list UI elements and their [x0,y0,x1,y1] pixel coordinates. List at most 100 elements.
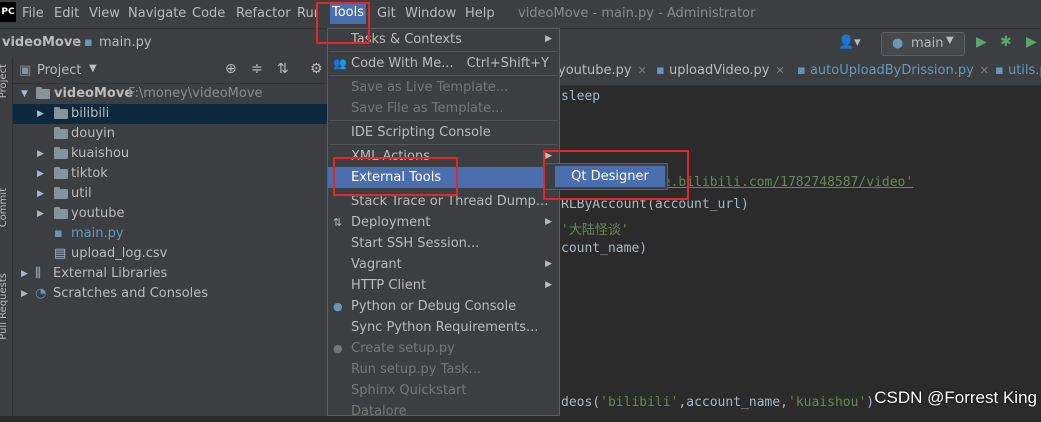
close-icon[interactable]: ✕ [980,64,989,77]
menu-item-datalore[interactable]: Datalore [328,401,559,422]
menu-run[interactable]: Run [297,6,317,21]
gear-icon[interactable]: ⚙ [310,61,323,77]
pycharm-logo-icon[interactable]: PC [0,2,16,22]
watermark: CSDN @Forrest King [874,388,1037,407]
menu-help[interactable]: Help [465,6,495,21]
menu-window[interactable]: Window [405,6,456,21]
python-file-icon: ▪ [995,63,1004,78]
tab-utils-py[interactable]: ▪ utils.py [995,63,1041,78]
menu-navigate[interactable]: Navigate [128,6,186,21]
tree-item-label: douyin [71,126,115,141]
coverage-icon[interactable]: ▶ [1026,34,1037,50]
python-file-icon: ▪ [797,63,806,78]
collapse-arrow-icon[interactable]: ▶ [37,144,44,164]
tab-project[interactable]: Project [0,64,9,98]
tab-commit[interactable]: Commit [0,188,9,227]
close-icon[interactable]: ✕ [776,64,785,77]
code-token: deos( [561,395,601,410]
menu-item-python-console[interactable]: ● Python or Debug Console [328,296,559,317]
menu-item-code-with-me[interactable]: 👥 Code With Me... Ctrl+Shift+Y [328,53,559,74]
menu-view[interactable]: View [89,6,120,21]
tab-pull-requests[interactable]: Pull Requests [0,273,9,340]
scratches-icon: ◔ [35,286,47,301]
menu-file[interactable]: File [22,6,44,21]
tree-item-kuaishou[interactable]: ▶ kuaishou [13,144,328,164]
collapse-arrow-icon[interactable]: ▶ [21,284,28,304]
menu-item-save-file-template[interactable]: Save File as Template... [328,98,559,119]
tree-item-scratches[interactable]: ▶ ◔ Scratches and Consoles [13,284,328,304]
tree-item-label: tiktok [71,166,108,181]
menu-item-save-live-template[interactable]: Save as Live Template... [328,77,559,98]
tree-root[interactable]: ▼ videoMove F:\money\videoMove [13,84,328,104]
tree-item-util[interactable]: ▶ util [13,184,328,204]
menu-refactor[interactable]: Refactor [236,6,291,21]
project-panel-title[interactable]: Project [37,63,81,78]
locate-icon[interactable]: ⊕ [225,61,237,77]
code-line: count_name) [561,241,648,256]
menu-item-deployment[interactable]: ⇅ Deployment ▶ [328,212,559,233]
menu-item-vagrant[interactable]: Vagrant ▶ [328,254,559,275]
highlight-box-tools [316,2,370,44]
collapse-arrow-icon[interactable]: ▶ [21,264,28,284]
menu-git[interactable]: Git [377,6,396,21]
collapse-arrow-icon[interactable]: ▶ [37,204,44,224]
tree-item-main-py[interactable]: ▪ main.py [13,224,328,244]
breadcrumb-project[interactable]: videoMove [2,35,81,50]
expand-arrow-icon[interactable]: ▼ [21,84,28,104]
run-icon[interactable]: ▶ [976,34,987,50]
chevron-down-icon[interactable]: ▼ [89,63,97,74]
menu-item-label: Start SSH Session... [351,236,480,251]
menu-edit[interactable]: Edit [54,6,79,21]
collapse-arrow-icon[interactable]: ▶ [37,164,44,184]
tab-youtube-py[interactable]: youtube.py ✕ [558,63,647,78]
breadcrumb-file[interactable]: main.py [99,35,152,50]
menu-item-sphinx-quickstart[interactable]: Sphinx Quickstart [328,380,559,401]
tab-uploadvideo-py[interactable]: ▪ uploadVideo.py ✕ [656,63,785,78]
branch-name: main [911,36,944,51]
tree-item-tiktok[interactable]: ▶ tiktok [13,164,328,184]
collapse-arrow-icon[interactable]: ▶ [37,184,44,204]
branch-selector[interactable]: ● main ▼ [881,32,965,56]
tree-item-label: util [71,186,92,201]
expand-all-icon[interactable]: ⇅ [277,61,289,77]
code-editor[interactable]: sleep 'https://space.bilibili.com/178274… [555,86,1041,416]
menu-item-label: Python or Debug Console [351,299,517,314]
tree-item-youtube[interactable]: ▶ youtube [13,204,328,224]
menu-separator [329,75,558,76]
folder-icon [54,147,68,159]
tree-item-upload-log[interactable]: ▤ upload_log.csv [13,244,328,264]
menu-item-ide-scripting-console[interactable]: IDE Scripting Console [328,122,559,143]
collapse-arrow-icon[interactable]: ▶ [37,104,44,124]
menu-item-create-setup[interactable]: ● Create setup.py [328,338,559,359]
deployment-icon: ⇅ [333,216,343,229]
debug-icon[interactable]: ✱ [1000,34,1012,50]
tree-item-bilibili[interactable]: ▶ bilibili [13,104,328,124]
menu-item-http-client[interactable]: HTTP Client ▶ [328,275,559,296]
python-file-icon: ▪ [54,226,63,241]
tree-item-label: External Libraries [53,266,168,281]
folder-icon [54,207,68,219]
python-icon: ● [333,300,343,313]
python-file-icon: ▪ [656,63,665,78]
menu-item-start-ssh[interactable]: Start SSH Session... [328,233,559,254]
python-icon: ● [333,342,343,355]
menu-item-run-setup-task[interactable]: Run setup.py Task... [328,359,559,380]
user-icon[interactable]: 👤▾ [838,35,861,50]
menu-code[interactable]: Code [192,6,225,21]
folder-icon: ▣ [19,63,32,78]
collapse-all-icon[interactable]: ≑ [251,61,263,77]
menu-item-sync-python-requirements[interactable]: Sync Python Requirements... [328,317,559,338]
library-icon: ⫼ [35,266,41,281]
tab-autouploadbydrission-py[interactable]: ▪ autoUploadByDrission.py ✕ [797,63,989,78]
menu-item-shortcut: Ctrl+Shift+Y [466,56,549,71]
submenu-arrow-icon: ▶ [545,280,552,290]
menu-separator [329,144,558,145]
project-panel: ▣ Project ▼ ⊕ ≑ ⇅ ⚙ ▼ videoMove F:\money… [13,58,328,416]
tools-menu: Tasks & Contexts ▶ 👥 Code With Me... Ctrl+S… [327,28,560,419]
close-icon[interactable]: ✕ [638,64,647,77]
project-panel-header: ▣ Project ▼ ⊕ ≑ ⇅ ⚙ [13,58,328,84]
tree-item-external-libraries[interactable]: ▶ ⫼ External Libraries [13,264,328,284]
menu-item-label: Run setup.py Task... [351,362,482,377]
tree-item-douyin[interactable]: douyin [13,124,328,144]
menu-separator [329,51,558,52]
